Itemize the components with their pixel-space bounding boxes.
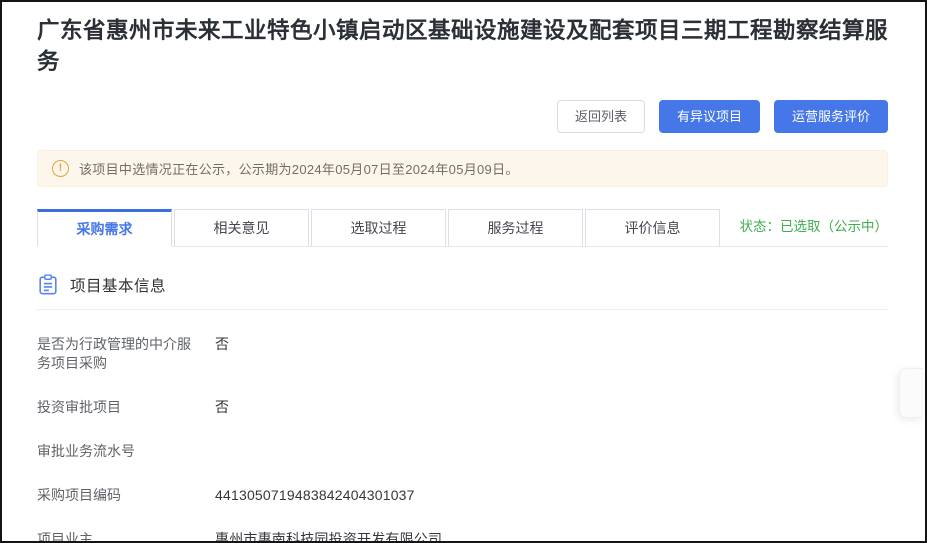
field-label: 投资审批项目 (37, 398, 197, 417)
page-frame: 广东省惠州市未来工业特色小镇启动区基础设施建设及配套项目三期工程勘察结算服务 返… (0, 0, 927, 543)
tab-selection-process[interactable]: 选取过程 (311, 209, 446, 246)
field-row-procurement-project-code: 采购项目编码 4413050719483842404301037 (37, 486, 888, 505)
section-title: 项目基本信息 (70, 274, 166, 296)
field-row-project-owner: 项目业主 惠州市惠南科技园投资开发有限公司 (37, 530, 888, 543)
public-notice-banner: ! 该项目中选情况正在公示，公示期为2024年05月07日至2024年05月09… (37, 150, 888, 187)
notice-text: 该项目中选情况正在公示，公示期为2024年05月07日至2024年05月09日。 (79, 159, 519, 178)
field-value: 4413050719483842404301037 (215, 486, 415, 505)
actions-row: 返回列表 有异议项目 运营服务评价 (37, 100, 888, 133)
field-row-investment-approval: 投资审批项目 否 (37, 398, 888, 417)
section-header-basic-info: 项目基本信息 (37, 273, 888, 310)
tab-related-opinions[interactable]: 相关意见 (174, 209, 309, 246)
field-value: 惠州市惠南科技园投资开发有限公司 (215, 530, 442, 543)
tab-procurement-demand[interactable]: 采购需求 (37, 209, 172, 247)
field-label: 采购项目编码 (37, 486, 197, 505)
field-row-intermediary-service: 是否为行政管理的中介服务项目采购 否 (37, 335, 888, 373)
objection-project-button[interactable]: 有异议项目 (659, 100, 760, 133)
side-float-widget[interactable] (899, 368, 923, 418)
field-label: 审批业务流水号 (37, 442, 197, 461)
tab-evaluation-info[interactable]: 评价信息 (585, 209, 720, 246)
status-badge: 状态：已选取（公示中） (740, 215, 889, 241)
back-to-list-button[interactable]: 返回列表 (557, 100, 645, 133)
field-label: 项目业主 (37, 530, 197, 543)
field-row-approval-serial-number: 审批业务流水号 (37, 442, 888, 461)
tab-bar: 采购需求 相关意见 选取过程 服务过程 评价信息 状态：已选取（公示中） (37, 209, 888, 247)
page-title: 广东省惠州市未来工业特色小镇启动区基础设施建设及配套项目三期工程勘察结算服务 (37, 15, 890, 77)
field-value: 否 (215, 398, 229, 417)
field-label: 是否为行政管理的中介服务项目采购 (37, 335, 197, 373)
service-evaluation-button[interactable]: 运营服务评价 (774, 100, 888, 133)
field-value: 否 (215, 335, 229, 354)
clipboard-icon (37, 273, 59, 296)
tab-service-process[interactable]: 服务过程 (448, 209, 583, 246)
basic-info-fields: 是否为行政管理的中介服务项目采购 否 投资审批项目 否 审批业务流水号 采购项目… (37, 310, 888, 543)
warning-circle-icon: ! (52, 160, 69, 177)
